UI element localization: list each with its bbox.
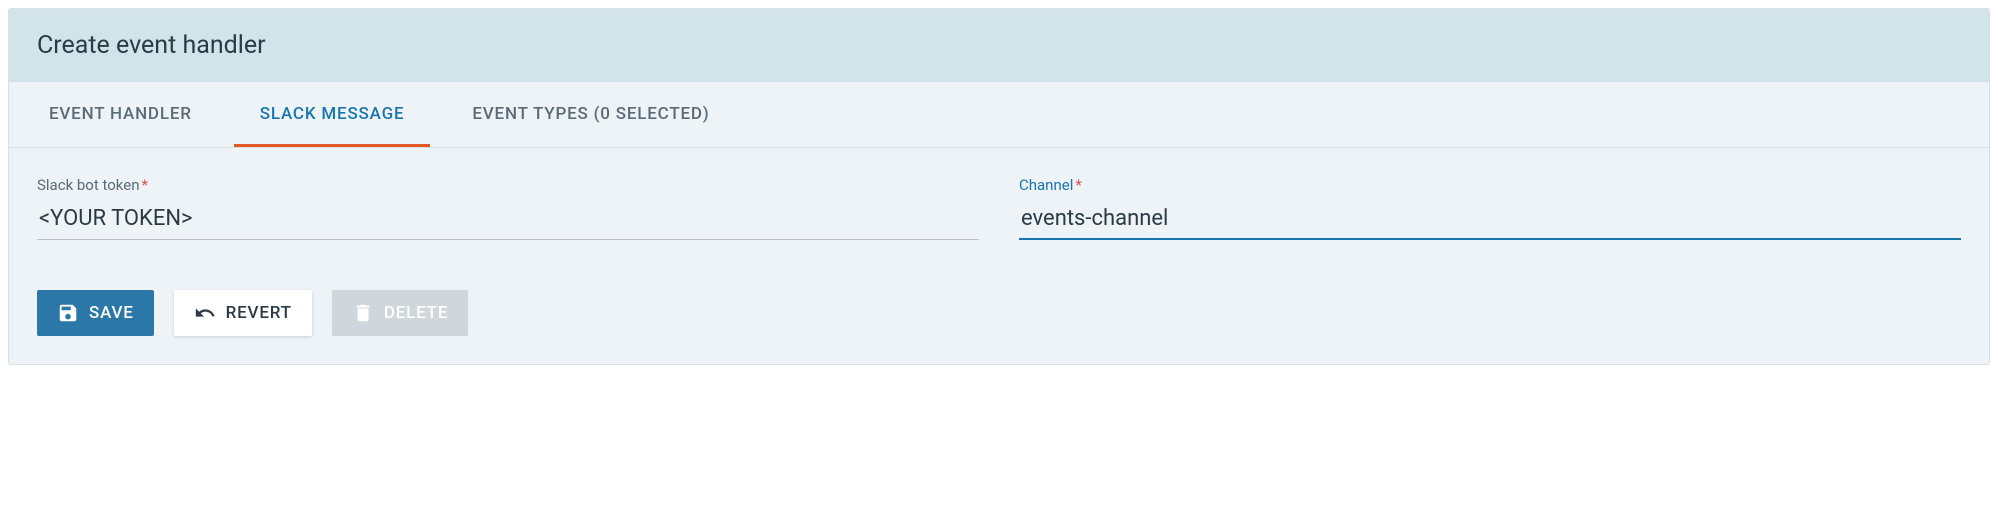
channel-label: Channel* <box>1019 176 1961 194</box>
tab-event-types[interactable]: EVENT TYPES (0 SELECTED) <box>446 82 735 147</box>
label-text: Slack bot token <box>37 176 140 194</box>
delete-button: DELETE <box>332 290 468 336</box>
form-content: Slack bot token* Channel* <box>9 148 1989 250</box>
delete-button-label: DELETE <box>384 303 448 323</box>
slack-bot-token-label: Slack bot token* <box>37 176 979 194</box>
revert-button[interactable]: REVERT <box>174 290 312 336</box>
tabs-bar: EVENT HANDLER SLACK MESSAGE EVENT TYPES … <box>9 82 1989 148</box>
slack-bot-token-input[interactable] <box>37 200 979 240</box>
tab-slack-message[interactable]: SLACK MESSAGE <box>234 82 431 147</box>
trash-icon <box>352 302 374 324</box>
channel-input[interactable] <box>1019 200 1961 240</box>
tab-event-handler[interactable]: EVENT HANDLER <box>23 82 218 147</box>
create-event-handler-panel: Create event handler EVENT HANDLER SLACK… <box>8 8 1990 365</box>
save-icon <box>57 302 79 324</box>
panel-header: Create event handler <box>9 9 1989 82</box>
revert-button-label: REVERT <box>226 303 292 323</box>
actions-bar: SAVE REVERT DELETE <box>9 250 1989 364</box>
save-button-label: SAVE <box>89 303 134 323</box>
page-title: Create event handler <box>37 31 1961 60</box>
field-channel: Channel* <box>1019 176 1961 240</box>
undo-icon <box>194 302 216 324</box>
required-mark: * <box>142 176 148 194</box>
field-slack-bot-token: Slack bot token* <box>37 176 979 240</box>
required-mark: * <box>1075 176 1081 194</box>
save-button[interactable]: SAVE <box>37 290 154 336</box>
label-text: Channel <box>1019 176 1073 194</box>
